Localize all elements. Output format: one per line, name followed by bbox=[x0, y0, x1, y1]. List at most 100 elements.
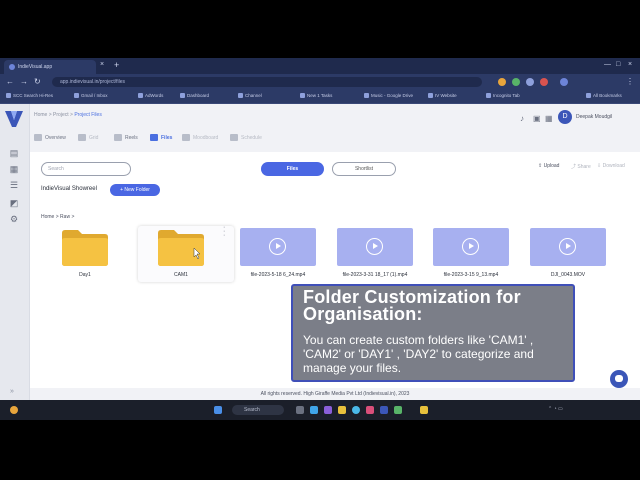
callout-body: You can create custom folders like 'CAM1… bbox=[303, 333, 534, 375]
bookmark[interactable]: IV Website bbox=[428, 93, 457, 98]
gear-icon[interactable]: ⚙ bbox=[8, 214, 20, 224]
app-icon[interactable] bbox=[366, 406, 374, 414]
indievisual-logo-icon[interactable] bbox=[4, 110, 24, 128]
list-icon[interactable]: ☰ bbox=[8, 180, 20, 190]
extension-icon[interactable] bbox=[512, 78, 520, 86]
inbox-icon[interactable]: ▣ bbox=[533, 114, 541, 123]
profile-icon[interactable] bbox=[560, 78, 568, 86]
video-thumbnail[interactable] bbox=[240, 228, 316, 266]
browser-menu-icon[interactable]: ⋮ bbox=[626, 77, 634, 86]
forward-icon[interactable]: → bbox=[20, 77, 28, 86]
schedule-icon bbox=[230, 134, 238, 141]
app-icon[interactable] bbox=[380, 406, 388, 414]
breadcrumb-project[interactable]: Project bbox=[53, 112, 69, 118]
back-icon[interactable]: ← bbox=[6, 77, 14, 86]
tray-icons[interactable]: ⌃ ◔ ▭ bbox=[548, 406, 563, 412]
play-icon bbox=[269, 238, 286, 255]
video-label[interactable]: DJI_0043.MOV bbox=[518, 272, 618, 278]
file-explorer-icon[interactable] bbox=[338, 406, 346, 414]
video-label[interactable]: file-2023-5-18 6_24.mp4 bbox=[228, 272, 328, 278]
address-bar-row: ← → ↻ app.indievisual.in/project/files ⋮ bbox=[0, 74, 640, 90]
tab-moodboard[interactable]: Moodboard bbox=[182, 134, 218, 141]
tab-schedule[interactable]: Schedule bbox=[230, 134, 262, 141]
calendar-icon[interactable]: ▦ bbox=[8, 164, 20, 174]
bell-icon[interactable]: ♪ bbox=[520, 114, 524, 123]
folder-label[interactable]: CAM1 bbox=[131, 272, 231, 278]
new-tab-button[interactable]: + bbox=[114, 60, 119, 70]
project-title: IndieVisual Showreel bbox=[41, 186, 97, 192]
tab-title: IndieVisual.app bbox=[18, 64, 53, 70]
search-input[interactable]: Search bbox=[41, 162, 131, 176]
video-label[interactable]: file-2023-3-31 18_17 (1).mp4 bbox=[325, 272, 425, 278]
bookmark[interactable]: New 1 Tasks bbox=[300, 93, 332, 98]
grid-icon[interactable]: ▦ bbox=[545, 114, 553, 123]
folder-icon[interactable] bbox=[62, 230, 108, 266]
bookmark[interactable]: Gmail / Inbox bbox=[74, 93, 108, 98]
video-thumbnail[interactable] bbox=[530, 228, 606, 266]
bookmark[interactable]: All Bookmarks bbox=[586, 93, 622, 98]
bookmark[interactable]: AdWords bbox=[138, 93, 163, 98]
tab-files[interactable]: Files bbox=[150, 134, 172, 141]
maximize-icon[interactable]: □ bbox=[616, 61, 620, 68]
task-view-icon[interactable] bbox=[296, 406, 304, 414]
chat-icon[interactable] bbox=[610, 370, 628, 388]
reload-icon[interactable]: ↻ bbox=[34, 77, 41, 86]
video-thumbnail[interactable] bbox=[433, 228, 509, 266]
files-icon bbox=[150, 134, 158, 141]
weather-icon[interactable] bbox=[10, 406, 18, 414]
play-icon bbox=[559, 238, 576, 255]
url-input[interactable]: app.indievisual.in/project/files bbox=[52, 77, 482, 87]
callout-title: Folder Customization for Organisation: bbox=[303, 287, 521, 324]
browser-icon[interactable] bbox=[352, 406, 360, 414]
upload-button[interactable]: ⇪ Upload bbox=[538, 163, 559, 169]
path-raw[interactable]: Raw bbox=[60, 214, 70, 220]
bookmark[interactable]: SCC Search Hi-Res bbox=[6, 93, 53, 98]
taskbar: Search ⌃ ◔ ▭ bbox=[0, 400, 640, 420]
tab-reels[interactable]: Reels bbox=[114, 134, 138, 141]
play-icon bbox=[462, 238, 479, 255]
video-label[interactable]: file-2023-3-15 9_13.mp4 bbox=[421, 272, 521, 278]
folder-path: Home > Raw > bbox=[41, 214, 75, 220]
app-icon[interactable] bbox=[324, 406, 332, 414]
extension-icon[interactable] bbox=[526, 78, 534, 86]
files-toggle-button[interactable]: Files bbox=[261, 162, 324, 176]
extension-icon[interactable] bbox=[498, 78, 506, 86]
user-name[interactable]: Deepak Moudgil bbox=[576, 114, 612, 120]
video-thumbnail[interactable] bbox=[337, 228, 413, 266]
app-icon[interactable] bbox=[310, 406, 318, 414]
folder-label[interactable]: Day1 bbox=[35, 272, 135, 278]
bookmark[interactable]: Dashboard bbox=[180, 93, 209, 98]
tab-overview[interactable]: Overview bbox=[34, 134, 66, 141]
wallet-icon[interactable]: ▤ bbox=[8, 148, 20, 158]
browser-tab[interactable]: IndieVisual.app bbox=[4, 60, 96, 74]
breadcrumb-home[interactable]: Home bbox=[34, 112, 47, 118]
bookmark[interactable]: Music - Google Drive bbox=[364, 93, 413, 98]
bookmarks-bar: SCC Search Hi-Res Gmail / Inbox AdWords … bbox=[0, 90, 640, 104]
share-button[interactable]: ⤴ Share bbox=[571, 163, 591, 170]
start-icon[interactable] bbox=[214, 406, 222, 414]
download-button[interactable]: ⇩ Download bbox=[597, 163, 625, 169]
shortlist-toggle-button[interactable]: Shortlist bbox=[332, 162, 396, 176]
topbar: Home > Project > Project Files ♪ ▣ ▦ D D… bbox=[30, 104, 640, 152]
taskbar-search[interactable]: Search bbox=[232, 405, 284, 415]
avatar[interactable]: D bbox=[558, 110, 572, 124]
bookmark[interactable]: Incognito Tab bbox=[486, 93, 520, 98]
breadcrumb-current: Project Files bbox=[74, 112, 102, 118]
app-icon[interactable] bbox=[420, 406, 428, 414]
new-folder-button[interactable]: + New Folder bbox=[110, 184, 160, 196]
play-icon bbox=[366, 238, 383, 255]
megaphone-icon[interactable]: ◩ bbox=[8, 198, 20, 208]
tutorial-callout: Folder Customization for Organisation: Y… bbox=[291, 284, 575, 382]
tab-grid[interactable]: Grid bbox=[78, 134, 98, 141]
minimize-icon[interactable]: — bbox=[604, 61, 611, 68]
folder-icon[interactable] bbox=[158, 230, 204, 266]
more-options-icon[interactable]: · · · bbox=[223, 224, 227, 239]
moodboard-icon bbox=[182, 134, 190, 141]
extension-icon[interactable] bbox=[540, 78, 548, 86]
sidebar-collapse-icon[interactable]: » bbox=[10, 388, 14, 395]
path-home[interactable]: Home bbox=[41, 214, 54, 220]
close-window-icon[interactable]: × bbox=[628, 61, 632, 68]
close-tab-icon[interactable]: × bbox=[100, 61, 104, 68]
bookmark[interactable]: Channel bbox=[238, 93, 262, 98]
app-icon[interactable] bbox=[394, 406, 402, 414]
